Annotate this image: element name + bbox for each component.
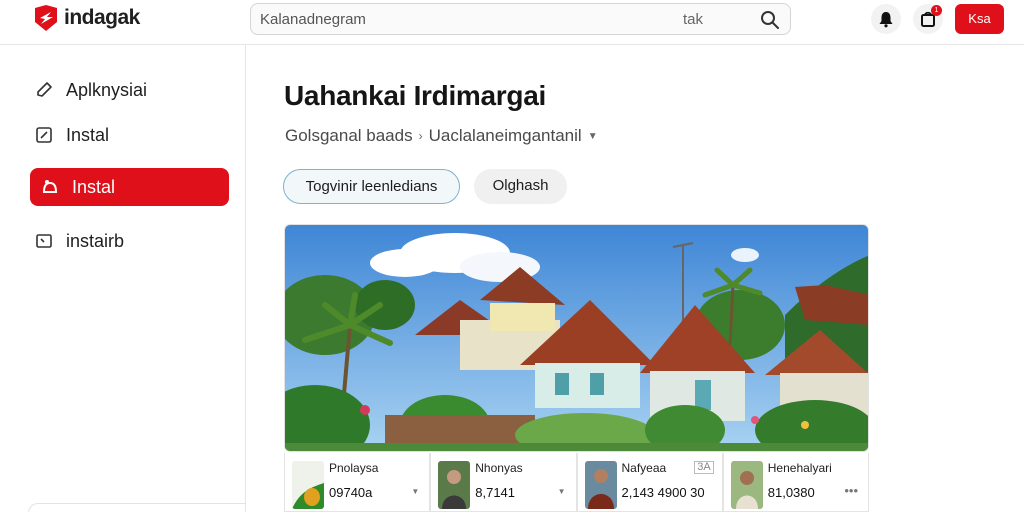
app-name: indagak: [64, 6, 140, 29]
sidebar-item-aplknysiai[interactable]: Aplknysiai: [30, 71, 229, 109]
home-icon: [40, 177, 60, 197]
cart-button[interactable]: 1: [913, 4, 943, 34]
filter-pill-secondary[interactable]: Olghash: [474, 169, 567, 204]
product-card-row: Pnolaysa 09740a ▼ Nhonyas 8,7141 ▼ Nafye…: [284, 453, 869, 512]
notifications-button[interactable]: [871, 4, 901, 34]
caret-down-icon[interactable]: ▼: [411, 487, 419, 496]
chevron-right-icon: ›: [418, 129, 423, 143]
account-button[interactable]: Ksa: [955, 4, 1004, 34]
search-input[interactable]: Kalanadnegram tak: [250, 3, 791, 35]
product-name: Nafyeaa: [621, 461, 667, 475]
product-price: 8,7141: [475, 485, 516, 500]
hero-image: [284, 224, 869, 452]
product-thumbnail: [584, 461, 617, 509]
filter-pill-primary[interactable]: Togvinir leenledians: [283, 169, 460, 204]
product-name: Nhonyas: [475, 461, 523, 475]
edit-box-icon: [34, 125, 54, 145]
product-thumbnail: [292, 461, 324, 509]
caret-down-icon[interactable]: ▼: [588, 131, 598, 142]
logo[interactable]: indagak: [32, 4, 140, 32]
product-thumbnail: [730, 461, 763, 509]
cart-badge: 1: [931, 5, 942, 16]
search-hint: tak: [683, 11, 704, 28]
search-icon[interactable]: [760, 10, 780, 30]
caret-down-icon[interactable]: ▼: [558, 487, 566, 496]
more-options-icon[interactable]: •••: [844, 483, 858, 498]
sidebar-footer: [28, 503, 246, 512]
logo-icon: [35, 5, 57, 31]
page-title: Uahankai Irdimargai: [284, 80, 546, 111]
product-price: 2,143 4900 30: [621, 485, 705, 500]
bell-icon: [879, 12, 893, 28]
top-bar: indagak Kalanadnegram tak 1 Ksa: [0, 0, 1024, 45]
tray-icon: [34, 231, 54, 251]
sidebar-item-instal[interactable]: Instal: [30, 116, 229, 154]
search-value: Kalanadnegram: [260, 11, 366, 28]
product-card[interactable]: Nafyeaa 3A 2,143 4900 30: [576, 453, 723, 512]
product-tag: 3A: [694, 461, 714, 474]
product-thumbnail: [438, 461, 471, 509]
sidebar-item-label: instairb: [66, 230, 125, 251]
breadcrumb-item[interactable]: Uaclalaneimgantanil: [429, 126, 582, 146]
pencil-icon: [34, 80, 54, 100]
sidebar-item-label: Instal: [66, 124, 110, 145]
breadcrumb-item[interactable]: Golsganal baads: [285, 126, 413, 146]
product-card[interactable]: Nhonyas 8,7141 ▼: [430, 453, 577, 512]
product-name: Henehalyari: [767, 461, 832, 475]
sidebar-item-label: Aplknysiai: [66, 79, 148, 100]
sidebar-item-instal-active[interactable]: Instal: [30, 168, 229, 206]
breadcrumb: Golsganal baads › Uaclalaneimgantanil ▼: [285, 126, 598, 146]
sidebar: Aplknysiai Instal Instal instairb: [0, 45, 246, 512]
village-illustration: [285, 225, 868, 451]
product-price: 09740a: [329, 485, 373, 500]
product-card[interactable]: Pnolaysa 09740a ▼: [284, 453, 431, 512]
product-card[interactable]: Henehalyari 81,0380 •••: [722, 453, 869, 512]
sidebar-item-instairb[interactable]: instairb: [30, 222, 229, 260]
product-price: 81,0380: [767, 485, 815, 500]
sidebar-item-label: Instal: [72, 176, 116, 197]
product-name: Pnolaysa: [329, 461, 379, 475]
